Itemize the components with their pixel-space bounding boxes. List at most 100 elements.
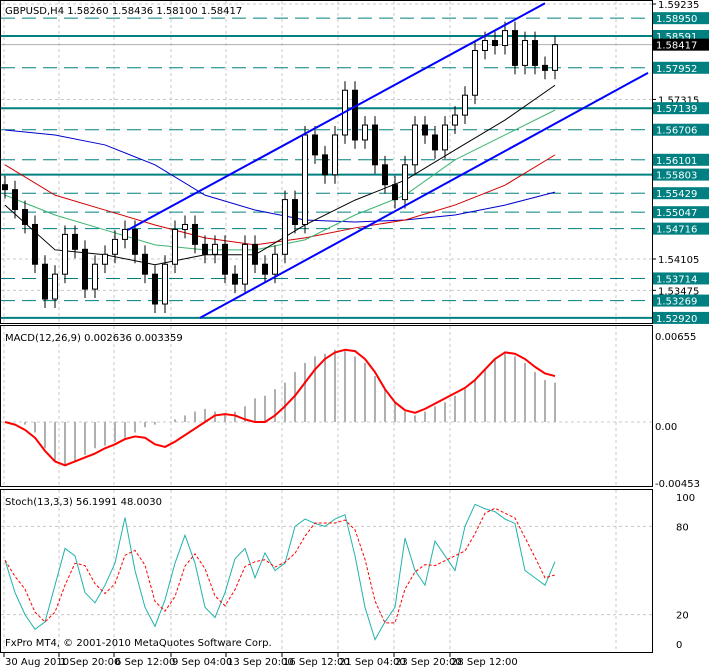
moving-average-blue [4,129,556,223]
macd-label: MACD(12,26,9) 0.002636 0.003359 [5,333,183,344]
channel-line-upper[interactable] [127,2,546,231]
candle-body [482,40,488,51]
candle-body [212,243,218,255]
level-label: 1.55803 [656,171,697,182]
candle-body [492,40,498,47]
time-label: 6 Sep 12:00 [115,657,175,668]
candle-body [522,40,528,66]
time-label: 9 Sep 04:00 [172,657,232,668]
candle-body [412,124,418,166]
candle-body [402,164,408,201]
time-label: 1 Sep 20:00 [60,657,120,668]
candle-body [82,248,88,290]
candle-body [272,253,278,275]
candle-body [442,124,448,151]
chart-header: GBPUSD,H4 1.58260 1.58436 1.58100 1.5841… [5,6,242,17]
price-tick-label: 1.54105 [658,255,699,266]
candle-body [362,124,368,141]
candle-body [252,243,258,265]
candle-body [52,273,58,300]
stoch-tick-label: 80 [676,522,689,533]
candle-body [512,30,518,66]
candle-body [92,263,98,290]
stoch-tick-label: 0 [676,640,682,651]
candle-body [452,114,458,126]
macd-panel [1,348,652,467]
channel-line-lower[interactable] [199,71,649,319]
candle-body [112,238,118,255]
level-label: 1.54716 [656,225,697,236]
macd-signal-line [4,348,556,467]
candle-body [182,223,188,230]
time-label: 28 Sep 12:00 [451,657,518,668]
price-axis: 1.592351.573151.541051.534751.589501.585… [652,0,709,651]
stoch-label: Stoch(13,3,3) 56.1991 48.0030 [5,497,162,508]
level-label: 1.53269 [656,297,697,308]
candle-body [282,199,288,255]
level-label: 1.53714 [656,274,697,285]
candle-body [22,209,28,225]
stoch-tick-label: 100 [676,493,695,504]
candle-body [422,124,428,136]
candle-body [232,273,238,285]
bid-label: 1.58417 [656,41,697,52]
chart-window[interactable]: 1.59235 1.57315 1.54105 1.53475 1.58950 1.585… [0,0,709,668]
level-label: 1.56101 [656,156,697,167]
price-tick-label: 1.59235 [658,0,699,11]
candle-body [432,134,438,151]
level-label: 1.56706 [656,126,697,137]
candle-body [302,134,308,225]
candle-body [292,199,298,225]
candle-body [502,30,508,47]
stoch-signal-line [4,507,556,624]
copyright-text: FxPro MT4, © 2001-2010 MetaQuotes Softwa… [5,638,272,649]
candle-body [322,154,328,176]
candle-body [2,184,8,191]
stoch-main-line [4,503,556,641]
candle-body [312,134,318,156]
trend-channel[interactable] [127,2,649,319]
candle-body [242,243,248,285]
candle-body [352,89,358,141]
level-label: 1.52920 [656,314,697,325]
candle-body [42,263,48,300]
candle-body [372,124,378,166]
grid [1,1,652,652]
level-label: 1.57139 [656,104,697,115]
candle-body [152,273,158,305]
candle-body [172,228,178,265]
macd-tick-label: -0.00453 [655,479,700,490]
macd-tick-label: 0.00655 [655,332,696,343]
candle-body [72,233,78,250]
level-label: 1.57952 [656,64,697,75]
candle-body [332,134,338,176]
candle-body [192,223,198,245]
stoch-tick-label: 20 [676,611,689,622]
candle-body [532,40,538,66]
candle-body [142,253,148,275]
candle-body [462,94,468,116]
candle-body [392,184,398,201]
candle-body [382,164,388,186]
candle-body [542,64,548,71]
candle-body [552,44,558,71]
candle-body [472,49,478,96]
stoch-panel [1,503,652,641]
level-label: 1.55047 [656,208,697,219]
candle-body [32,223,38,265]
macd-tick-label: 0.00 [655,422,677,433]
candle-body [12,189,18,211]
candle-body [222,243,228,275]
chart-canvas[interactable]: 1.592351.573151.541051.534751.589501.585… [0,0,709,668]
time-axis: 30 Aug 20101 Sep 20:006 Sep 12:009 Sep 0… [3,653,518,668]
candle-body [122,228,128,240]
candle-body [202,243,208,255]
panel-frames [0,0,653,653]
candle-body [102,253,108,265]
candle-body [62,233,68,275]
candle-body [262,263,268,275]
level-label: 1.55429 [656,189,697,200]
level-label: 1.58950 [656,14,697,25]
candle-body [162,263,168,305]
candle-body [132,228,138,255]
